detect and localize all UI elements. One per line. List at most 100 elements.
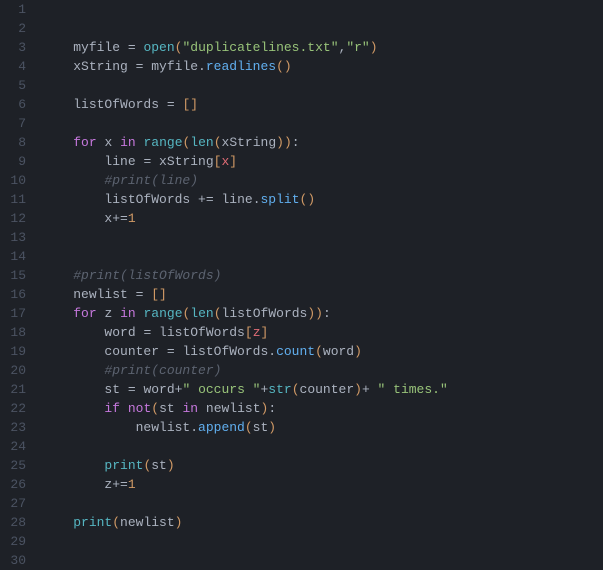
code-token: newlist <box>136 420 191 435</box>
code-token <box>42 515 73 530</box>
line-number: 16 <box>6 285 26 304</box>
code-line[interactable]: x+=1 <box>42 209 603 228</box>
code-token: ( <box>214 306 222 321</box>
code-token: newlist <box>206 401 261 416</box>
code-line[interactable]: listOfWords += line.split() <box>42 190 603 209</box>
code-token: ) <box>268 420 276 435</box>
line-number: 19 <box>6 342 26 361</box>
code-token: "r" <box>346 40 369 55</box>
code-line[interactable]: for z in range(len(listOfWords)): <box>42 304 603 323</box>
code-token <box>112 135 120 150</box>
code-line[interactable] <box>42 532 603 551</box>
code-line[interactable]: listOfWords = [] <box>42 95 603 114</box>
code-token: print <box>73 515 112 530</box>
code-token: = <box>120 382 143 397</box>
code-token: xString <box>73 59 128 74</box>
code-token: ) <box>354 382 362 397</box>
code-token: ] <box>261 325 269 340</box>
line-number: 4 <box>6 57 26 76</box>
code-token <box>42 268 73 283</box>
code-line[interactable]: print(newlist) <box>42 513 603 532</box>
code-line[interactable] <box>42 114 603 133</box>
code-token: ( <box>214 135 222 150</box>
code-line[interactable]: z+=1 <box>42 475 603 494</box>
line-number: 20 <box>6 361 26 380</box>
code-token: word <box>323 344 354 359</box>
line-number: 10 <box>6 171 26 190</box>
line-number: 13 <box>6 228 26 247</box>
code-token <box>42 401 104 416</box>
code-token: listOfWords <box>182 344 268 359</box>
code-token: . <box>268 344 276 359</box>
line-number: 12 <box>6 209 26 228</box>
code-token: [ <box>245 325 253 340</box>
code-token <box>42 458 104 473</box>
code-line[interactable] <box>42 437 603 456</box>
code-line[interactable]: line = xString[x] <box>42 152 603 171</box>
code-line[interactable] <box>42 19 603 38</box>
code-area[interactable]: myfile = open("duplicatelines.txt","r") … <box>38 0 603 561</box>
line-number: 21 <box>6 380 26 399</box>
code-line[interactable] <box>42 76 603 95</box>
line-number: 25 <box>6 456 26 475</box>
code-line[interactable]: if not(st in newlist): <box>42 399 603 418</box>
code-token: listOfWords <box>159 325 245 340</box>
code-token: : <box>323 306 331 321</box>
code-token: ( <box>151 401 159 416</box>
code-token: myfile <box>151 59 198 74</box>
code-line[interactable] <box>42 0 603 19</box>
code-token: range <box>143 306 182 321</box>
code-editor[interactable]: 1234567891011121314151617181920212223242… <box>0 0 603 561</box>
code-token: ) <box>167 458 175 473</box>
code-token: ( <box>245 420 253 435</box>
code-token: : <box>292 135 300 150</box>
code-token <box>42 211 104 226</box>
code-token <box>42 59 73 74</box>
code-token <box>42 306 73 321</box>
code-token: listOfWords <box>73 97 159 112</box>
code-line[interactable]: myfile = open("duplicatelines.txt","r") <box>42 38 603 57</box>
code-line[interactable]: for x in range(len(xString)): <box>42 133 603 152</box>
code-token: in <box>120 135 136 150</box>
code-token: "duplicatelines.txt" <box>182 40 338 55</box>
code-line[interactable]: newlist = [] <box>42 285 603 304</box>
code-line[interactable]: xString = myfile.readlines() <box>42 57 603 76</box>
code-line[interactable]: newlist.append(st) <box>42 418 603 437</box>
line-number: 3 <box>6 38 26 57</box>
code-token: in <box>182 401 198 416</box>
code-token: : <box>268 401 276 416</box>
line-number: 9 <box>6 152 26 171</box>
code-line[interactable] <box>42 494 603 513</box>
code-line[interactable]: print(st) <box>42 456 603 475</box>
code-token: #print(listOfWords) <box>73 268 221 283</box>
code-line[interactable]: counter = listOfWords.count(word) <box>42 342 603 361</box>
code-line[interactable] <box>42 228 603 247</box>
code-line[interactable]: #print(line) <box>42 171 603 190</box>
code-token: word <box>143 382 174 397</box>
code-token: xString <box>159 154 214 169</box>
code-line[interactable]: #print(listOfWords) <box>42 266 603 285</box>
line-number: 27 <box>6 494 26 513</box>
line-number: 28 <box>6 513 26 532</box>
code-token: () <box>300 192 316 207</box>
code-token: for <box>73 306 96 321</box>
code-token <box>42 382 104 397</box>
code-token: st <box>253 420 269 435</box>
code-line[interactable]: word = listOfWords[z] <box>42 323 603 342</box>
code-token: len <box>190 306 213 321</box>
code-token: for <box>73 135 96 150</box>
code-token: listOfWords <box>104 192 190 207</box>
line-number: 6 <box>6 95 26 114</box>
code-token: )) <box>276 135 292 150</box>
code-line[interactable]: #print(counter) <box>42 361 603 380</box>
line-number: 18 <box>6 323 26 342</box>
code-line[interactable] <box>42 247 603 266</box>
line-number: 2 <box>6 19 26 38</box>
code-line[interactable]: st = word+" occurs "+str(counter)+ " tim… <box>42 380 603 399</box>
code-token: = <box>136 325 159 340</box>
code-token: count <box>276 344 315 359</box>
code-token <box>42 477 104 492</box>
code-token: ( <box>112 515 120 530</box>
code-token: ) <box>354 344 362 359</box>
line-number: 26 <box>6 475 26 494</box>
